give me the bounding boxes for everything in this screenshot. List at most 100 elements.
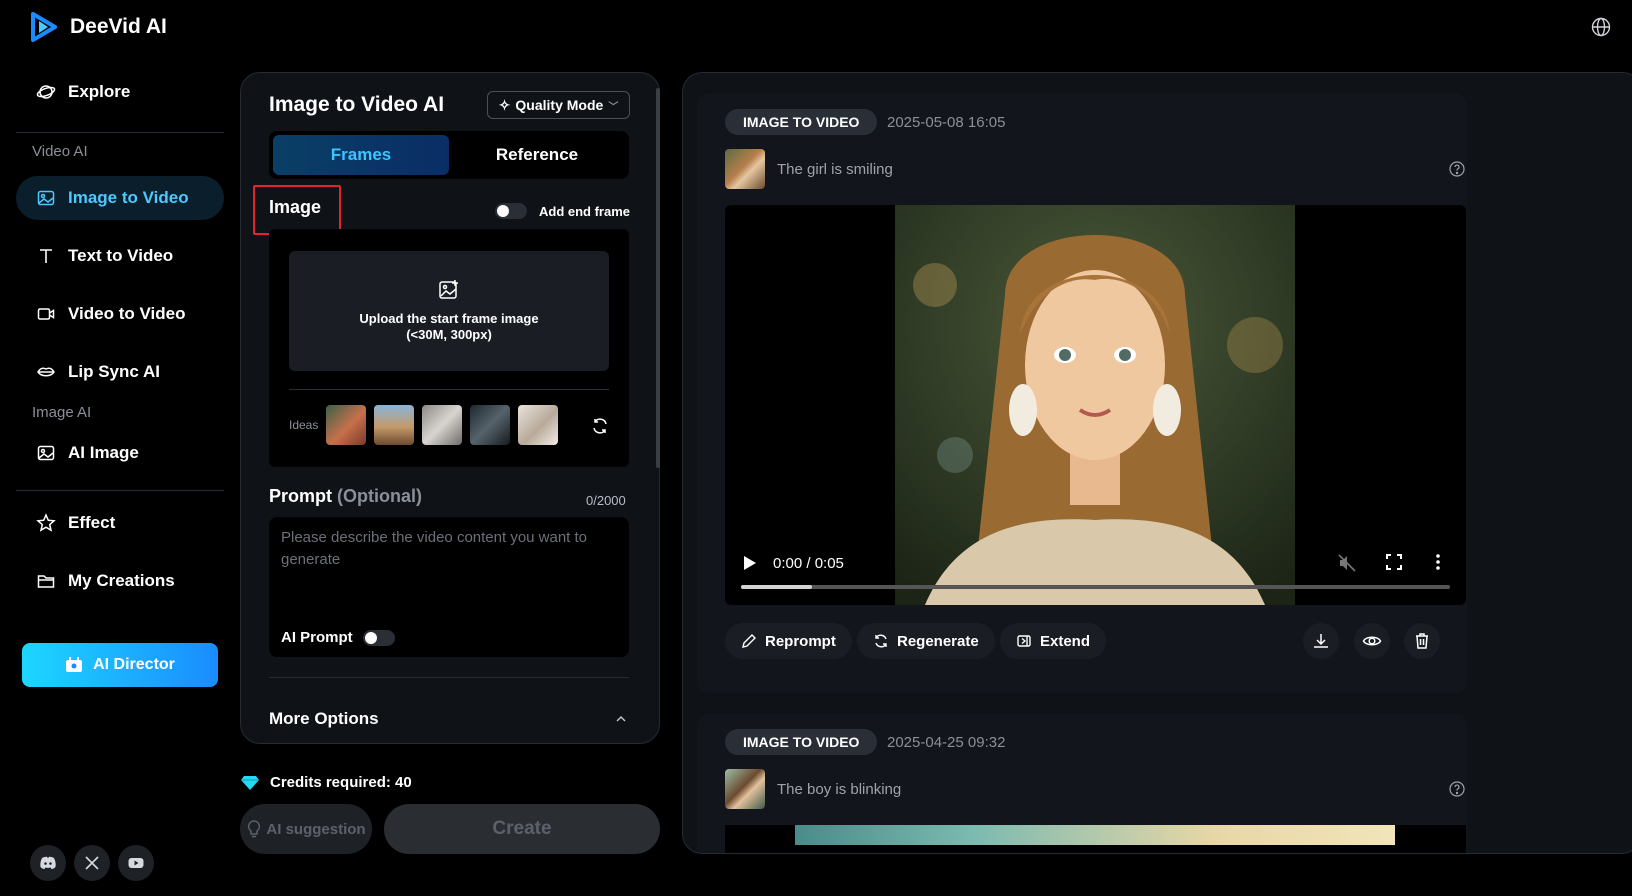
reprompt-button[interactable]: Reprompt: [725, 623, 852, 659]
app-name: DeeVid AI: [70, 15, 167, 38]
delete-button[interactable]: [1404, 623, 1440, 659]
video-frame: [795, 825, 1395, 845]
sidebar-item-effect[interactable]: Effect: [16, 501, 224, 545]
tab-reference[interactable]: Reference: [449, 135, 625, 175]
x-link[interactable]: [74, 845, 110, 881]
upload-area: Upload the start frame image (<30M, 300p…: [269, 229, 629, 467]
youtube-link[interactable]: [118, 845, 154, 881]
download-icon: [1314, 634, 1328, 648]
ai-prompt-label: AI Prompt: [281, 629, 353, 646]
sidebar-item-lip-sync[interactable]: Lip Sync AI: [16, 350, 224, 394]
trash-icon: [1416, 633, 1428, 649]
idea-thumbnail[interactable]: [422, 405, 463, 445]
ai-prompt-control: AI Prompt: [281, 629, 395, 646]
result-date: 2025-04-25 09:32: [887, 734, 1006, 751]
play-icon[interactable]: [743, 555, 757, 571]
quality-mode-dropdown[interactable]: ✧ Quality Mode ﹀: [487, 91, 630, 119]
eye-icon: [1362, 636, 1382, 646]
credits-text: Credits required: 40: [270, 774, 412, 791]
tab-frames[interactable]: Frames: [273, 135, 449, 175]
download-button[interactable]: [1303, 623, 1339, 659]
generation-form-panel: Image to Video AI ✧ Quality Mode ﹀ Frame…: [240, 72, 660, 744]
app-root: DeeVid AI Explore Video AI Image to Vide…: [0, 0, 1632, 896]
prompt-box: AI Prompt: [269, 517, 629, 657]
sidebar-item-ai-image[interactable]: AI Image: [16, 431, 224, 475]
result-prompt: The boy is blinking: [777, 781, 902, 798]
ai-suggestion-button[interactable]: AI suggestion: [240, 804, 372, 854]
image-section-label: Image: [269, 197, 322, 217]
ai-image-icon: [37, 445, 55, 461]
sidebar-item-my-creations[interactable]: My Creations: [16, 559, 224, 603]
sidebar-label-my-creations: My Creations: [68, 571, 175, 590]
sidebar-label-ai-image: AI Image: [68, 443, 139, 462]
idea-thumbnail[interactable]: [470, 405, 511, 445]
sidebar-label-explore: Explore: [68, 82, 131, 101]
sidebar-item-image-to-video[interactable]: Image to Video: [16, 176, 224, 220]
youtube-icon: [128, 858, 144, 868]
video-progress-bar[interactable]: [741, 585, 1450, 589]
extend-button[interactable]: Extend: [1000, 623, 1107, 659]
video-progress-fill: [741, 585, 812, 589]
video-player[interactable]: [725, 825, 1466, 853]
ai-prompt-toggle[interactable]: [362, 629, 395, 646]
discord-icon: [40, 856, 56, 869]
discord-link[interactable]: [30, 845, 66, 881]
section-video-ai: Video AI: [32, 143, 88, 160]
source-thumbnail[interactable]: [725, 149, 765, 189]
create-button[interactable]: Create: [384, 804, 660, 854]
chevron-up-icon[interactable]: [615, 713, 627, 725]
ai-director-button[interactable]: AI Director: [22, 643, 218, 687]
more-vertical-icon[interactable]: [1435, 553, 1441, 571]
globe-icon[interactable]: [1591, 17, 1611, 37]
prompt-optional: (Optional): [337, 486, 422, 506]
credits-info: Credits required: 40: [240, 774, 412, 791]
logo[interactable]: DeeVid AI: [30, 12, 167, 42]
section-image-ai: Image AI: [32, 404, 92, 421]
upload-hint: Upload the start frame image: [359, 311, 539, 326]
video-camera-icon: [37, 308, 55, 320]
regenerate-button[interactable]: Regenerate: [857, 623, 995, 659]
upload-limits: (<30M, 300px): [406, 327, 492, 342]
idea-thumbnail[interactable]: [326, 405, 367, 445]
extend-label: Extend: [1040, 632, 1091, 650]
upload-dropzone[interactable]: Upload the start frame image (<30M, 300p…: [289, 251, 609, 371]
extend-icon: [1017, 635, 1031, 647]
help-icon[interactable]: [1449, 161, 1465, 177]
reprompt-label: Reprompt: [765, 632, 836, 650]
add-end-frame-control: Add end frame: [495, 203, 630, 219]
social-links: [30, 845, 154, 881]
prompt-label: Prompt (Optional): [269, 486, 422, 507]
preview-button[interactable]: [1354, 623, 1390, 659]
sidebar-item-video-to-video[interactable]: Video to Video: [16, 292, 224, 336]
regenerate-label: Regenerate: [897, 632, 979, 650]
sidebar-item-text-to-video[interactable]: Text to Video: [16, 234, 224, 278]
more-options-header[interactable]: More Options: [269, 709, 379, 729]
idea-thumbnail[interactable]: [374, 405, 415, 445]
prompt-input[interactable]: [281, 527, 617, 607]
end-frame-toggle[interactable]: [495, 203, 527, 219]
sparkle-icon: ✧: [498, 96, 511, 113]
fullscreen-icon[interactable]: [1385, 553, 1403, 571]
panel-divider: [269, 677, 629, 678]
ai-suggestion-label: AI suggestion: [266, 820, 366, 838]
regenerate-icon: [875, 634, 887, 648]
mute-icon[interactable]: [1337, 553, 1357, 573]
image-icon: [37, 190, 55, 206]
result-date: 2025-05-08 16:05: [887, 114, 1006, 131]
sidebar-label-text-to-video: Text to Video: [68, 246, 174, 265]
form-scrollbar[interactable]: [656, 88, 660, 468]
video-player[interactable]: 0:00 / 0:05: [725, 205, 1466, 605]
source-thumbnail[interactable]: [725, 769, 765, 809]
sidebar-label-video-to-video: Video to Video: [68, 304, 186, 323]
idea-thumbnail[interactable]: [518, 405, 559, 445]
refresh-icon[interactable]: [591, 417, 609, 435]
chevron-down-icon: ﹀: [608, 101, 619, 113]
result-card: IMAGE TO VIDEO 2025-04-25 09:32 The boy …: [697, 713, 1467, 853]
sidebar-item-explore[interactable]: Explore: [16, 70, 224, 114]
type-badge: IMAGE TO VIDEO: [725, 729, 878, 755]
result-prompt: The girl is smiling: [777, 161, 893, 178]
help-icon[interactable]: [1449, 781, 1465, 797]
text-icon: [40, 249, 52, 263]
pencil-icon: [742, 634, 756, 648]
add-end-frame-label: Add end frame: [539, 203, 631, 219]
